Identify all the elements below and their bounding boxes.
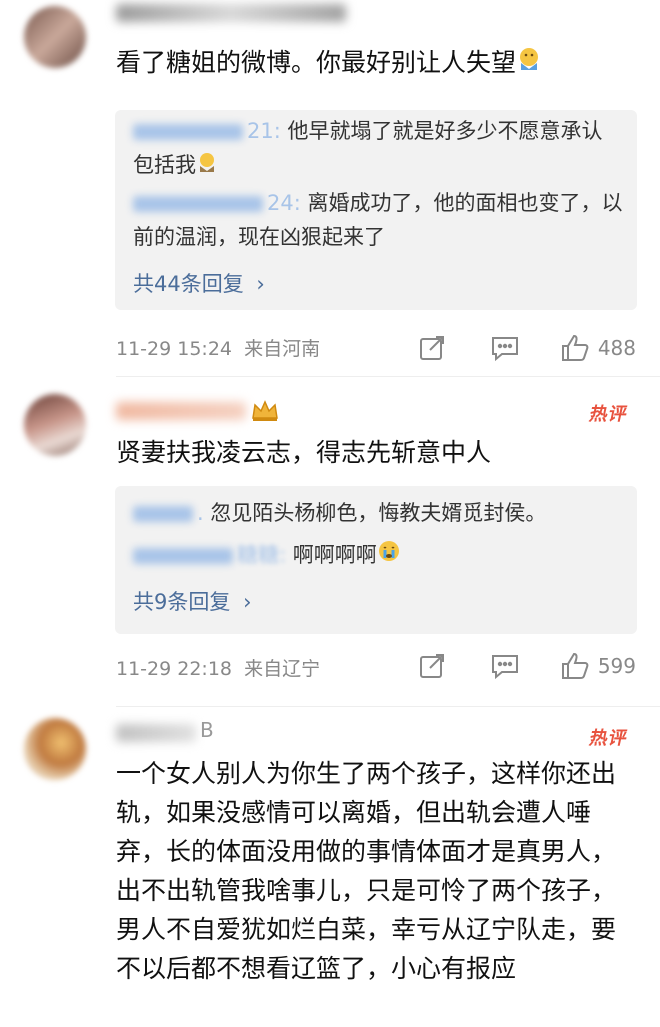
like-button[interactable]: 488 [560,333,636,363]
reply-username[interactable] [133,506,193,522]
divider [116,376,660,377]
comment-text: 贤妻扶我凌云志，得志先斩意中人 [116,438,492,467]
reply-username[interactable] [133,548,233,564]
username[interactable] [116,4,346,22]
share-icon [419,336,444,360]
comment-text: 一个女人别人为你生了两个孩子，这样你还出轨，如果没感情可以离婚，但出轨会遭人唾弃… [116,759,617,983]
reply-username[interactable] [133,196,263,212]
comment-2: 热评 贤妻扶我凌云志，得志先斩意中人 . 忽见陌头杨柳色，悔教夫婿觅封侯。 糖糖… [0,380,660,710]
avatar[interactable] [24,394,86,456]
username[interactable] [116,402,246,420]
thumbs-up-icon [561,334,589,361]
more-replies-link[interactable]: 共44条回复 › [133,268,265,298]
praying-emoji-icon [516,45,542,83]
comment-icon [491,337,518,362]
username[interactable] [116,724,196,742]
comment-1: 看了糖姐的微博。你最好别让人失望 21: 他早就塌了就是好多少不愿意承认包括我 … [0,0,660,380]
thumbs-up-icon [561,652,589,679]
like-button[interactable]: 599 [560,651,636,681]
username-suffix: B [200,718,214,742]
share-icon [419,654,444,678]
share-button[interactable] [418,652,446,680]
reply-button[interactable] [490,652,520,680]
hot-comment-badge: 热评 [587,404,630,425]
comment-text: 看了糖姐的微博。你最好别让人失望 [116,44,542,83]
reply-item[interactable]: 糖糖: 啊啊啊啊 [133,538,623,573]
crown-icon [250,398,280,426]
reply-item[interactable]: . 忽见陌头杨柳色，悔教夫婿觅封侯。 [133,496,623,530]
comment-icon [491,655,518,680]
comment-3: B 热评 一个女人别人为你生了两个孩子，这样你还出轨，如果没感情可以离婚，但出轨… [0,706,660,1027]
reply-item[interactable]: 21: 他早就塌了就是好多少不愿意承认包括我 [133,114,623,183]
reply-button[interactable] [490,334,520,362]
more-replies-link[interactable]: 共9条回复 › [133,586,251,616]
comment-actions: 599 [418,648,636,684]
comment-actions: 488 [418,330,636,366]
share-button[interactable] [418,334,446,362]
reply-item[interactable]: 24: 离婚成功了，他的面相也变了，以前的温润，现在凶狠起来了 [133,186,623,254]
chevron-right-icon: › [256,272,265,296]
crying-emoji-icon [377,539,401,573]
comment-meta: 11-29 15:24 来自河南 [116,338,321,360]
avatar[interactable] [24,6,86,68]
reply-username[interactable] [133,124,243,140]
comment-meta: 11-29 22:18 来自辽宁 [116,658,321,680]
avatar[interactable] [24,718,86,780]
like-count: 599 [597,654,636,678]
reply-box[interactable]: 21: 他早就塌了就是好多少不愿意承认包括我 24: 离婚成功了，他的面相也变了… [115,110,637,310]
chevron-right-icon: › [243,590,252,614]
like-count: 488 [597,336,636,360]
hot-comment-badge: 热评 [587,728,630,749]
praying-emoji-icon [196,149,218,183]
reply-box[interactable]: . 忽见陌头杨柳色，悔教夫婿觅封侯。 糖糖: 啊啊啊啊 共9条回复 › [115,486,637,634]
